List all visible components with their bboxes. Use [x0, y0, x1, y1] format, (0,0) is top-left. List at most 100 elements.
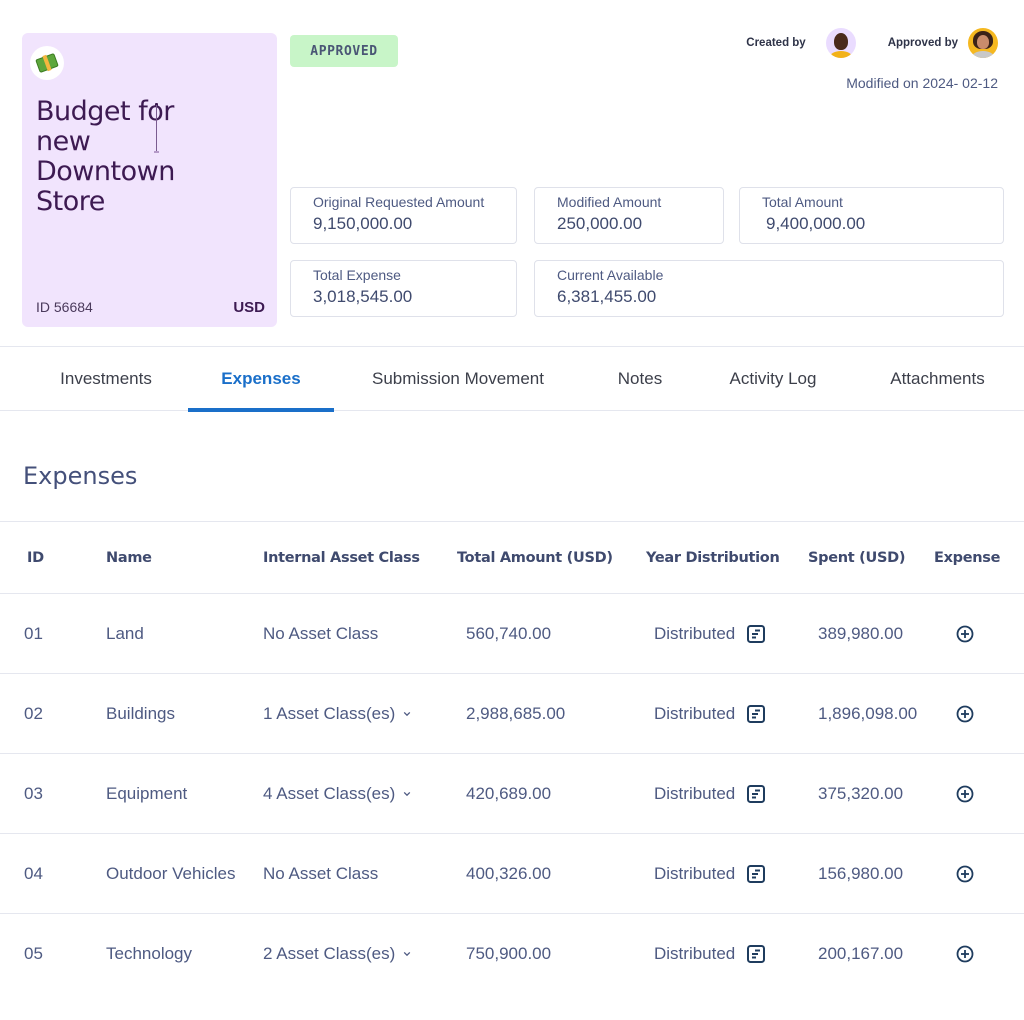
- row-asset-class: No Asset Class: [263, 834, 378, 914]
- field-value: 9,400,000.00: [766, 214, 866, 233]
- row-id: 03: [24, 784, 43, 803]
- approval-meta: Created by Approved by: [746, 28, 998, 58]
- table-row: 02 Buildings 1 Asset Class(es) 2,988,685…: [0, 674, 1024, 754]
- chevron-down-icon[interactable]: [403, 790, 411, 798]
- tab-notes[interactable]: Notes: [600, 347, 680, 411]
- total-amount-field: Total Amount 9,400,000.00: [739, 187, 1004, 244]
- modified-date: Modified on 2024- 02-12: [846, 75, 998, 91]
- approver-avatar[interactable]: [968, 28, 998, 58]
- column-header-distribution[interactable]: Year Distribution: [646, 522, 780, 594]
- row-expense: [955, 754, 975, 834]
- add-expense-icon[interactable]: [955, 864, 975, 884]
- row-total: 750,900.00: [466, 944, 552, 963]
- tab-activity-log[interactable]: Activity Log: [715, 347, 831, 411]
- asset-class-text: 1 Asset Class(es): [263, 704, 396, 723]
- chevron-down-icon[interactable]: [403, 950, 411, 958]
- row-asset-class[interactable]: 1 Asset Class(es): [263, 674, 411, 754]
- field-value: 6,381,455.00: [557, 287, 657, 306]
- approved-by-label: Approved by: [887, 37, 958, 49]
- created-by-label: Created by: [746, 37, 806, 49]
- distribution-icon[interactable]: [746, 864, 766, 884]
- column-header-id[interactable]: ID: [27, 522, 44, 594]
- row-total: 560,740.00: [466, 624, 552, 643]
- table-header: ID Name Internal Asset Class Total Amoun…: [0, 521, 1024, 594]
- original-requested-amount-field: Original Requested Amount 9,150,000.00: [290, 187, 517, 244]
- tab-investments[interactable]: Investments: [40, 347, 172, 411]
- status-badge: APPROVED: [290, 35, 398, 67]
- distribution-status: Distributed: [654, 704, 736, 723]
- field-value: 3,018,545.00: [313, 287, 413, 306]
- money-bills-icon: [30, 46, 64, 80]
- add-expense-icon[interactable]: [955, 704, 975, 724]
- table-row: 05 Technology 2 Asset Class(es) 750,900.…: [0, 914, 1024, 994]
- distribution-icon[interactable]: [746, 784, 766, 804]
- row-name: Technology: [106, 944, 193, 963]
- row-name: Buildings: [106, 704, 175, 723]
- table-row: 01 Land No Asset Class 560,740.00 Distri…: [0, 594, 1024, 674]
- distribution-status: Distributed: [654, 944, 736, 963]
- table-row: 03 Equipment 4 Asset Class(es) 420,689.0…: [0, 754, 1024, 834]
- distribution-icon[interactable]: [746, 624, 766, 644]
- row-asset-class[interactable]: 2 Asset Class(es): [263, 914, 411, 994]
- table-body: 01 Land No Asset Class 560,740.00 Distri…: [0, 594, 1024, 994]
- total-expense-field: Total Expense 3,018,545.00: [290, 260, 517, 317]
- row-spent: 156,980.00: [818, 864, 904, 883]
- row-total: 2,988,685.00: [466, 704, 566, 723]
- add-expense-icon[interactable]: [955, 624, 975, 644]
- budget-id: ID 56684: [36, 299, 93, 315]
- modified-amount-field: Modified Amount 250,000.00: [534, 187, 724, 244]
- distribution-icon[interactable]: [746, 944, 766, 964]
- field-label: Original Requested Amount: [313, 194, 485, 210]
- distribution-status: Distributed: [654, 864, 736, 883]
- distribution-icon[interactable]: [746, 704, 766, 724]
- tab-submission-movement[interactable]: Submission Movement: [350, 347, 566, 411]
- row-spent: 389,980.00: [818, 624, 904, 643]
- row-distribution: Distributed: [654, 914, 766, 994]
- current-available-field: Current Available 6,381,455.00: [534, 260, 1004, 317]
- asset-class-text: No Asset Class: [263, 624, 379, 643]
- row-total: 420,689.00: [466, 784, 552, 803]
- column-header-name[interactable]: Name: [106, 522, 152, 594]
- row-id: 05: [24, 944, 43, 963]
- tab-expenses[interactable]: Expenses: [188, 347, 334, 412]
- row-name: Outdoor Vehicles: [106, 864, 236, 883]
- row-expense: [955, 594, 975, 674]
- row-id: 01: [24, 624, 43, 643]
- text-cursor-icon: [154, 103, 159, 153]
- row-expense: [955, 914, 975, 994]
- row-total: 400,326.00: [466, 864, 552, 883]
- tab-attachments[interactable]: Attachments: [870, 347, 1005, 411]
- column-header-expense[interactable]: Expense: [934, 522, 1000, 594]
- asset-class-text: 2 Asset Class(es): [263, 944, 396, 963]
- field-value: 9,150,000.00: [313, 214, 413, 233]
- column-header-total[interactable]: Total Amount (USD): [457, 522, 613, 594]
- row-name: Land: [106, 624, 144, 643]
- distribution-status: Distributed: [654, 784, 736, 803]
- tab-bar: Investments Expenses Submission Movement…: [0, 346, 1024, 412]
- asset-class-text: 4 Asset Class(es): [263, 784, 396, 803]
- field-label: Total Amount: [762, 194, 843, 210]
- row-id: 04: [24, 864, 43, 883]
- budget-title: Budget for new Downtown Store: [36, 96, 175, 217]
- column-header-spent[interactable]: Spent (USD): [808, 522, 905, 594]
- expenses-table: ID Name Internal Asset Class Total Amoun…: [0, 521, 1024, 994]
- row-distribution: Distributed: [654, 674, 766, 754]
- row-asset-class: No Asset Class: [263, 594, 378, 674]
- field-label: Total Expense: [313, 267, 401, 283]
- add-expense-icon[interactable]: [955, 784, 975, 804]
- budget-currency: USD: [233, 299, 265, 316]
- table-row: 04 Outdoor Vehicles No Asset Class 400,3…: [0, 834, 1024, 914]
- row-distribution: Distributed: [654, 834, 766, 914]
- row-expense: [955, 674, 975, 754]
- field-value: 250,000.00: [557, 214, 643, 233]
- chevron-down-icon[interactable]: [403, 710, 411, 718]
- field-label: Modified Amount: [557, 194, 662, 210]
- row-distribution: Distributed: [654, 594, 766, 674]
- budget-card: Budget for new Downtown Store ID 56684 U…: [22, 33, 277, 327]
- creator-avatar[interactable]: [825, 28, 856, 58]
- column-header-asset-class[interactable]: Internal Asset Class: [263, 522, 420, 594]
- row-asset-class[interactable]: 4 Asset Class(es): [263, 754, 411, 834]
- section-title: Expenses: [23, 462, 138, 490]
- add-expense-icon[interactable]: [955, 944, 975, 964]
- asset-class-text: No Asset Class: [263, 864, 379, 883]
